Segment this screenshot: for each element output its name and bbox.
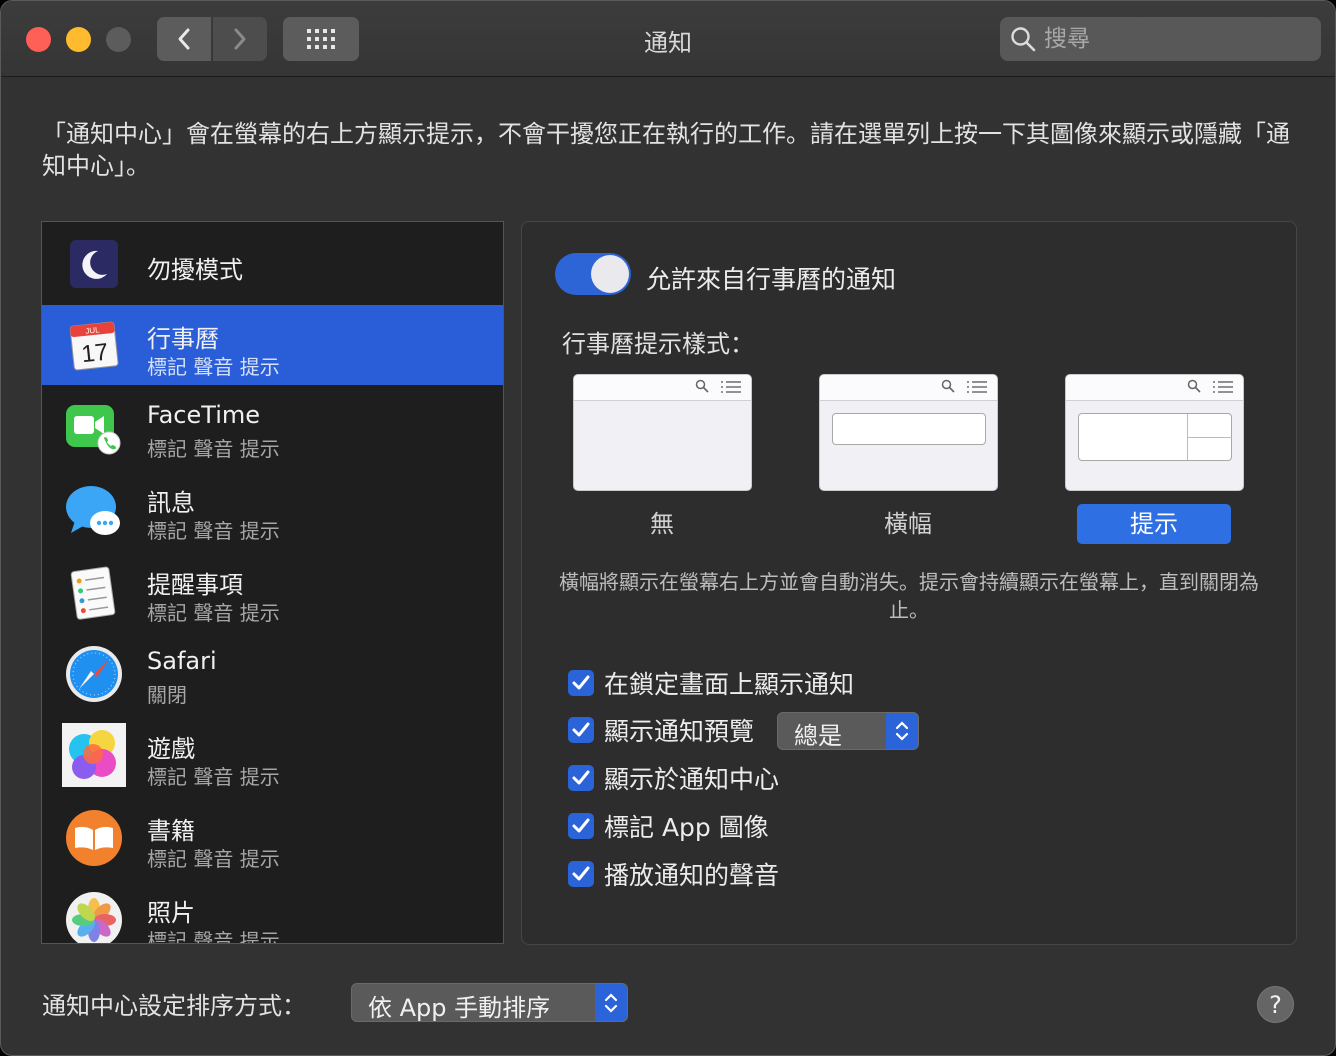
- list-item-photos[interactable]: 照片 標記 聲音 提示: [42, 879, 503, 944]
- help-button[interactable]: ?: [1257, 986, 1294, 1023]
- style-option-none[interactable]: 無: [585, 504, 739, 544]
- checkbox[interactable]: [568, 861, 594, 887]
- book-icon: [66, 810, 122, 866]
- game-center-icon: [62, 723, 126, 787]
- style-preview-none[interactable]: [573, 374, 752, 491]
- allow-notifications-toggle[interactable]: [555, 253, 631, 295]
- list-icon: [967, 381, 987, 393]
- app-subtitle: 標記 聲音 提示: [147, 847, 280, 871]
- alert-style-label: 行事曆提示樣式：: [562, 330, 754, 358]
- toggle-knob: [591, 255, 629, 293]
- checkmark-icon: [572, 722, 590, 737]
- checkmark-icon: [572, 675, 590, 690]
- checkbox-row-sound[interactable]: 播放通知的聲音: [568, 859, 780, 890]
- app-subtitle: 關閉: [147, 683, 187, 707]
- preview-menubar: [820, 375, 997, 401]
- list-item-game-center[interactable]: 遊戲 標記 聲音 提示: [42, 715, 503, 795]
- style-option-alert[interactable]: 提示: [1077, 504, 1231, 544]
- style-option-banner[interactable]: 橫幅: [831, 504, 985, 544]
- app-name: 照片: [147, 899, 195, 927]
- search-icon: [695, 379, 709, 393]
- facetime-icon: [66, 401, 121, 455]
- checkbox-label: 顯示於通知中心: [604, 765, 780, 794]
- app-name: 勿擾模式: [147, 256, 243, 284]
- list-item-safari[interactable]: Safari 關閉: [42, 633, 503, 713]
- app-name: 遊戲: [147, 735, 195, 763]
- checkbox-label: 顯示通知預覽: [604, 717, 755, 746]
- search-icon: [1011, 27, 1036, 52]
- search-field[interactable]: [1000, 17, 1321, 61]
- description-text: 「通知中心」會在螢幕的右上方顯示提示，不會干擾您正在執行的工作。請在選單列上按一…: [42, 120, 1290, 180]
- calendar-day: 17: [80, 339, 109, 369]
- app-name: 行事曆: [147, 325, 219, 353]
- app-name: Safari: [147, 647, 217, 675]
- checkbox-row-badge[interactable]: 標記 App 圖像: [568, 811, 769, 842]
- checkbox[interactable]: [568, 670, 594, 696]
- select-value: 依 App 手動排序: [368, 994, 551, 1022]
- style-preview-banner[interactable]: [819, 374, 998, 491]
- checkbox-label: 在鎖定畫面上顯示通知: [604, 670, 855, 699]
- checkbox-label: 標記 App 圖像: [604, 813, 769, 842]
- checkmark-icon: [572, 770, 590, 785]
- messages-icon: [66, 483, 120, 535]
- alert-divider: [1187, 437, 1232, 438]
- checkbox[interactable]: [568, 717, 594, 743]
- preview-select[interactable]: 總是: [777, 712, 919, 750]
- preview-menubar: [1066, 375, 1243, 401]
- checkbox[interactable]: [568, 813, 594, 839]
- sort-order-select[interactable]: 依 App 手動排序: [351, 983, 628, 1022]
- app-list[interactable]: 勿擾模式 JUL 17 行事曆 標記 聲音 提示 FaceTime 標記 聲音 …: [41, 221, 504, 944]
- search-icon: [941, 379, 955, 393]
- reminders-icon: [68, 565, 120, 620]
- checkmark-icon: [572, 866, 590, 881]
- style-preview-alert[interactable]: [1065, 374, 1244, 491]
- settings-panel: 允許來自行事曆的通知 行事曆提示樣式： 無 橫幅 提示 橫幅將顯示在螢幕右上方並…: [521, 221, 1297, 945]
- checkmark-icon: [572, 818, 590, 833]
- preview-menubar: [574, 375, 751, 401]
- select-value: 總是: [794, 722, 842, 750]
- calendar-month: JUL: [85, 325, 101, 335]
- preferences-window: 通知 「通知中心」會在螢幕的右上方顯示提示，不會干擾您正在執行的工作。請在選單列…: [0, 0, 1336, 1056]
- list-item-books[interactable]: 書籍 標記 聲音 提示: [42, 797, 503, 877]
- moon-icon: [68, 238, 120, 290]
- list-icon: [721, 381, 741, 393]
- checkbox-row-show-preview[interactable]: 顯示通知預覽: [568, 715, 755, 746]
- titlebar: 通知: [1, 1, 1335, 77]
- app-name: 書籍: [147, 817, 195, 845]
- updown-arrows-icon: [886, 713, 918, 749]
- checkbox-row-lock-screen[interactable]: 在鎖定畫面上顯示通知: [568, 668, 855, 699]
- app-subtitle: 標記 聲音 提示: [147, 519, 280, 543]
- app-subtitle: 標記 聲音 提示: [147, 765, 280, 789]
- checkbox-label: 播放通知的聲音: [604, 861, 780, 890]
- app-subtitle: 標記 聲音 提示: [147, 355, 280, 379]
- list-item-do-not-disturb[interactable]: 勿擾模式: [42, 224, 503, 304]
- list-item-messages[interactable]: 訊息 標記 聲音 提示: [42, 469, 503, 549]
- search-input[interactable]: [1044, 26, 1294, 52]
- app-name: 訊息: [147, 489, 195, 517]
- app-name: FaceTime: [147, 401, 261, 429]
- checkbox[interactable]: [568, 765, 594, 791]
- checkbox-row-notification-center[interactable]: 顯示於通知中心: [568, 763, 780, 794]
- list-icon: [1213, 381, 1233, 393]
- allow-notifications-label: 允許來自行事曆的通知: [646, 265, 897, 294]
- list-item-facetime[interactable]: FaceTime 標記 聲音 提示: [42, 387, 503, 467]
- list-item-calendar[interactable]: JUL 17 行事曆 標記 聲音 提示: [42, 305, 503, 385]
- photos-icon: [66, 892, 122, 943]
- app-subtitle: 標記 聲音 提示: [147, 437, 280, 461]
- app-subtitle: 標記 聲音 提示: [147, 601, 280, 625]
- calendar-icon: JUL 17: [68, 319, 120, 371]
- updown-arrows-icon: [595, 984, 627, 1021]
- search-icon: [1187, 379, 1201, 393]
- alert-sample: [1078, 413, 1232, 461]
- banner-sample: [832, 413, 986, 445]
- list-item-reminders[interactable]: 提醒事項 標記 聲音 提示: [42, 551, 503, 631]
- app-name: 提醒事項: [147, 571, 243, 599]
- app-subtitle: 標記 聲音 提示: [147, 929, 280, 944]
- sort-label: 通知中心設定排序方式：: [42, 992, 306, 1020]
- compass-icon: [66, 646, 122, 702]
- style-description: 橫幅將顯示在螢幕右上方並會自動消失。提示會持續顯示在螢幕上，直到關閉為止。: [559, 570, 1259, 622]
